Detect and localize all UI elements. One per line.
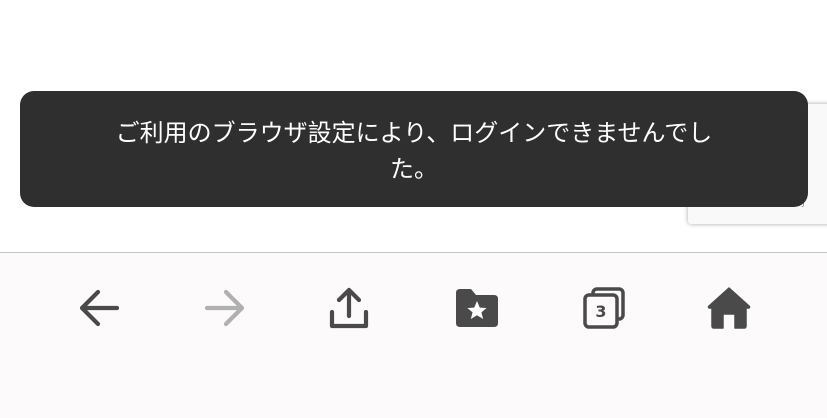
tabs-icon: 3 bbox=[583, 287, 625, 329]
bookmarks-button[interactable] bbox=[447, 281, 507, 335]
folder-star-icon bbox=[456, 289, 498, 327]
forward-button[interactable] bbox=[195, 281, 255, 335]
bottom-toolbar: 3 bbox=[0, 253, 827, 418]
arrow-left-icon bbox=[79, 289, 120, 327]
home-button[interactable] bbox=[699, 281, 759, 335]
tabs-button[interactable]: 3 bbox=[574, 281, 634, 335]
share-button[interactable] bbox=[319, 281, 379, 335]
toast-message-line2: た。 bbox=[390, 155, 438, 183]
arrow-right-icon bbox=[204, 289, 245, 327]
back-button[interactable] bbox=[69, 281, 129, 335]
tab-count: 3 bbox=[595, 302, 606, 321]
toast-message-line1: ご利用のブラウザ設定により、ログインできませんでし bbox=[115, 119, 713, 147]
share-upload-icon bbox=[329, 287, 369, 329]
error-toast: ご利用のブラウザ設定により、ログインできませんでし た。 bbox=[20, 91, 808, 207]
home-icon bbox=[707, 287, 751, 329]
